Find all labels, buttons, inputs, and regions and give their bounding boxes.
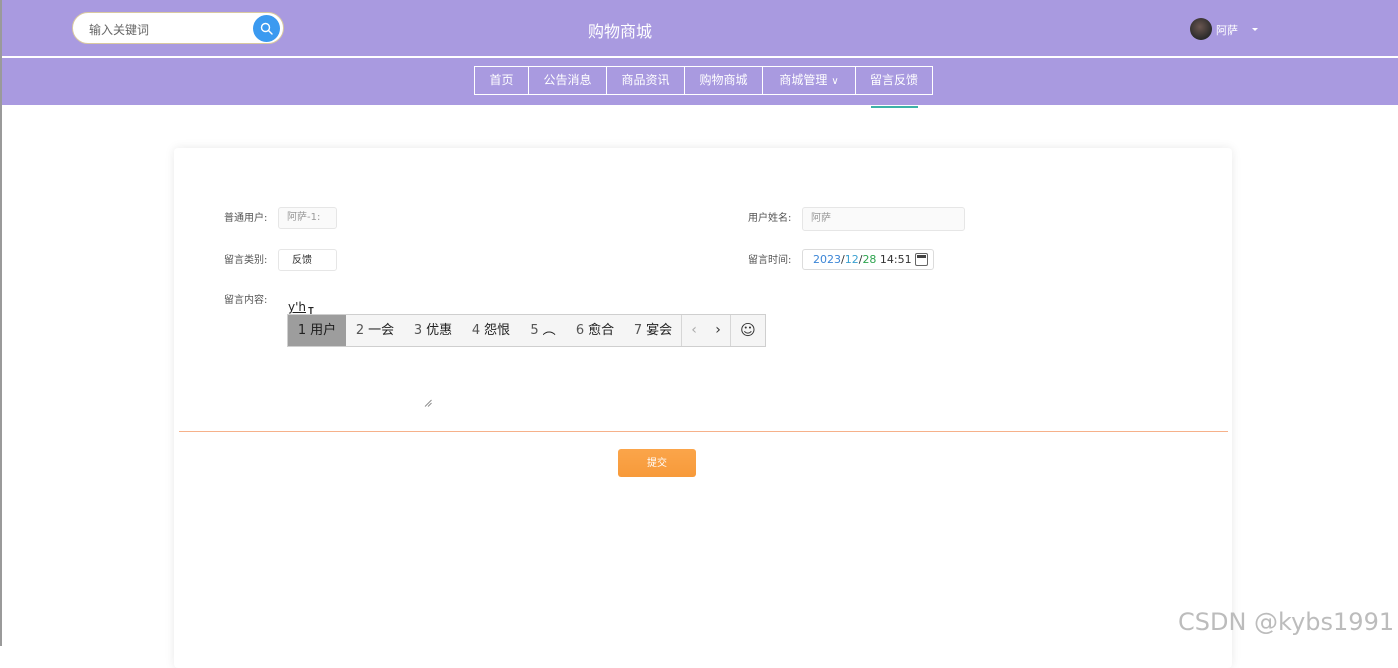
- nav-shop-label: 购物商城: [699, 73, 748, 87]
- ime-candidate-number: 3: [413, 323, 423, 338]
- ime-candidate[interactable]: 7 宴会: [624, 315, 682, 346]
- content-label: 留言内容:: [224, 295, 268, 306]
- nav-home[interactable]: 首页: [474, 66, 529, 95]
- nav-home-label: 首页: [489, 73, 514, 87]
- ime-prev-page-icon[interactable]: ‹: [682, 315, 706, 346]
- nav-feedback-label: 留言反馈: [869, 73, 918, 87]
- search-icon: [260, 22, 273, 35]
- ordinary-user-field[interactable]: 阿萨-1:: [278, 207, 337, 229]
- ordinary-user-label: 普通用户:: [224, 213, 268, 224]
- search-input[interactable]: [87, 20, 251, 40]
- ime-candidate[interactable]: 1 用户: [288, 315, 346, 346]
- submit-button[interactable]: 提交: [618, 449, 696, 477]
- nav-announcements[interactable]: 公告消息: [528, 66, 607, 95]
- ime-emoji-icon[interactable]: ☺: [731, 315, 765, 346]
- search-box: [72, 12, 284, 44]
- ime-next-page-icon[interactable]: ›: [706, 315, 730, 346]
- ime-candidate-number: 4: [471, 323, 481, 338]
- ime-candidate-number: 2: [355, 323, 365, 338]
- ime-candidate-text: 一会: [368, 323, 395, 338]
- nav-shop-management[interactable]: 商城管理 ∨: [762, 66, 856, 95]
- user-name-label: 用户姓名:: [748, 213, 792, 224]
- nav-shop[interactable]: 购物商城: [684, 66, 763, 95]
- caret-down-icon[interactable]: [1252, 28, 1258, 31]
- message-time-input[interactable]: 2023/12/28 14:51: [802, 249, 934, 270]
- nav-shop-management-label: 商城管理: [779, 73, 828, 87]
- user-name-value: 阿萨: [811, 213, 831, 224]
- message-time-value: 2023/12/28 14:51: [813, 253, 912, 266]
- date-year: 2023: [813, 253, 841, 266]
- ime-candidate[interactable]: 2 一会: [346, 315, 404, 346]
- ime-candidate[interactable]: 3 优惠: [404, 315, 462, 346]
- ime-candidate[interactable]: 4 怨恨: [462, 315, 520, 346]
- site-title: 购物商城: [587, 22, 652, 41]
- search-button[interactable]: [253, 15, 280, 42]
- nav-product-news[interactable]: 商品资讯: [606, 66, 685, 95]
- ime-candidate[interactable]: 6 愈合: [566, 315, 624, 346]
- ime-candidate-text: 用户: [310, 323, 337, 338]
- nav-announcements-label: 公告消息: [543, 73, 592, 87]
- active-tab-indicator: [871, 106, 918, 108]
- category-select[interactable]: 反馈: [278, 249, 337, 271]
- ime-candidate-bar: 1 用户 2 一会 3 优惠 4 怨恨 5 ︵ 6 愈合 7 宴会 ‹ › ☺: [287, 314, 766, 347]
- ime-candidate-number: 5: [530, 323, 539, 338]
- nav-product-news-label: 商品资讯: [621, 73, 670, 87]
- nav-feedback[interactable]: 留言反馈: [855, 66, 933, 95]
- calendar-icon[interactable]: [915, 253, 928, 266]
- date-month: 12: [844, 253, 859, 266]
- top-header: 购物商城: [2, 0, 1398, 56]
- date-time: 14:51: [876, 253, 912, 266]
- main-nav: 首页 公告消息 商品资讯 购物商城 商城管理 ∨ 留言反馈: [2, 58, 1398, 105]
- chevron-down-icon: ∨: [831, 76, 839, 87]
- avatar[interactable]: [1190, 18, 1212, 40]
- user-name-field[interactable]: 阿萨: [802, 207, 965, 231]
- ime-candidate-text: 愈合: [588, 323, 615, 338]
- ime-candidate-text: 怨恨: [484, 323, 511, 338]
- content-input-text: y'h: [288, 300, 307, 314]
- message-time-label: 留言时间:: [748, 255, 792, 266]
- ordinary-user-value: 阿萨-1:: [287, 212, 321, 223]
- watermark: CSDN @kybs1991: [1178, 608, 1395, 636]
- ime-candidate[interactable]: 5 ︵: [520, 315, 566, 346]
- form-divider: [179, 431, 1228, 432]
- date-day: 28: [862, 253, 877, 266]
- ime-candidate-number: 1: [297, 323, 307, 338]
- category-value: 反馈: [292, 255, 312, 266]
- ime-candidate-text: ︵: [542, 323, 556, 338]
- ime-candidate-number: 6: [575, 323, 585, 338]
- ime-candidate-text: 宴会: [646, 323, 673, 338]
- ime-candidate-text: 优惠: [426, 323, 453, 338]
- category-label: 留言类别:: [224, 255, 268, 266]
- user-name[interactable]: 阿萨: [1216, 22, 1238, 38]
- resize-handle-icon[interactable]: [424, 399, 432, 407]
- ime-candidate-number: 7: [633, 323, 643, 338]
